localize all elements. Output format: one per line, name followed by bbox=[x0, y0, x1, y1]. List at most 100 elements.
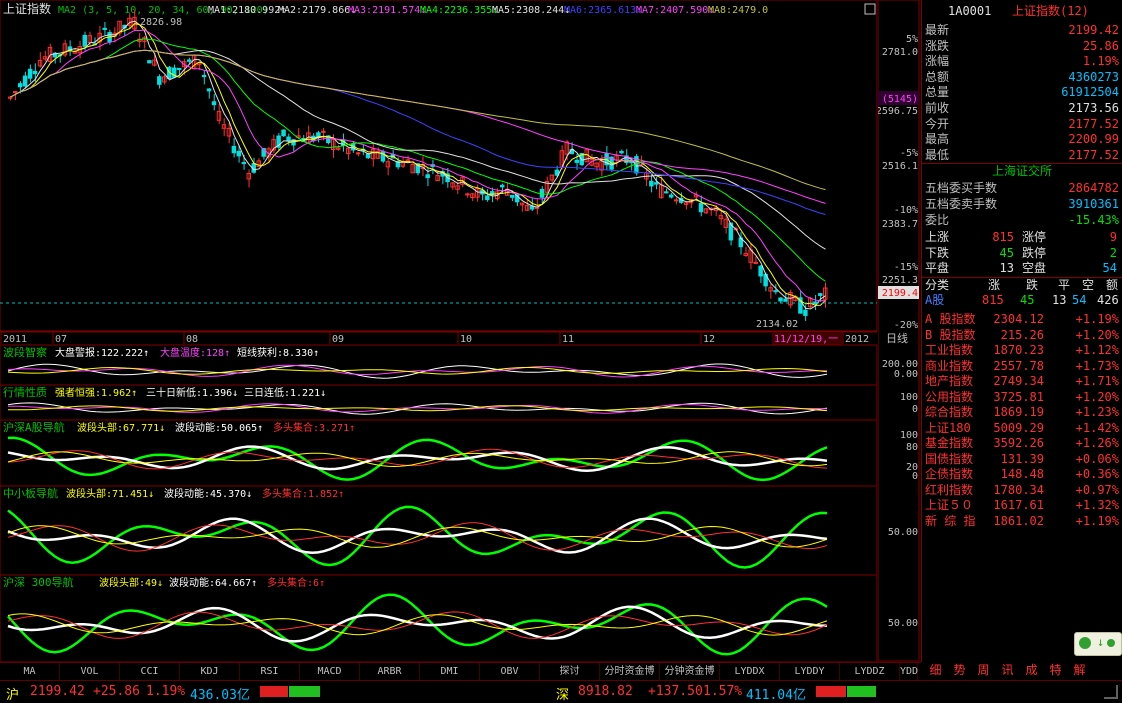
expand-icon[interactable] bbox=[864, 3, 876, 15]
index-row[interactable]: 上证５０ 1617.61 +1.32% bbox=[922, 498, 1122, 513]
index-row[interactable]: 公用指数 3725.81 +1.20% bbox=[922, 390, 1122, 405]
panel-tab[interactable]: 势 bbox=[948, 662, 971, 679]
date-marker: 11/12/19,一 bbox=[774, 334, 838, 345]
panel-tab[interactable]: 成 bbox=[1020, 662, 1043, 679]
sub-axis-label: 0.00 bbox=[894, 369, 918, 380]
current-price-tag: 2199.4 bbox=[882, 288, 918, 299]
tab-9[interactable]: 探讨 bbox=[540, 663, 600, 680]
index-change: +1.20% bbox=[1075, 389, 1119, 404]
index-row[interactable]: 基金指数 3592.26 +1.26% bbox=[922, 436, 1122, 451]
quote-row: 涨幅 1.19% bbox=[922, 54, 1122, 69]
sub-panel-indicator: 短线获利:8.330↑ bbox=[237, 346, 319, 359]
candle-body bbox=[500, 184, 505, 188]
ma-legend-item: MA1:2180.992↑ bbox=[208, 5, 286, 16]
index-row[interactable]: A 股指数 2304.12 +1.19% bbox=[922, 312, 1122, 327]
tab-0[interactable]: MA bbox=[0, 663, 60, 680]
tab-8[interactable]: OBV bbox=[480, 663, 540, 680]
panel-tab[interactable]: 解 bbox=[1068, 662, 1091, 679]
index-row[interactable]: 企债指数 148.48 +0.36% bbox=[922, 467, 1122, 482]
quote-panel: 1A0001 上证指数(12) 最新 2199.42 涨跌 25.86 涨幅 1.19% 总… bbox=[921, 0, 1122, 662]
category-value: 815 bbox=[982, 293, 1004, 307]
tab-3[interactable]: KDJ bbox=[180, 663, 240, 680]
category-row[interactable]: A股 815 45 13 54 426 bbox=[922, 293, 1122, 308]
quote-label: 涨跌 bbox=[925, 38, 950, 53]
quote-value: 2173.56 bbox=[1068, 101, 1119, 115]
tab-4[interactable]: RSI bbox=[240, 663, 300, 680]
category-header-cell: 跌 bbox=[1026, 278, 1039, 292]
panel-tab[interactable]: 细 bbox=[924, 662, 947, 679]
tab-14[interactable]: LYDDZ bbox=[840, 663, 900, 680]
month-label: 12 bbox=[703, 334, 715, 345]
index-row[interactable]: 综合指数 1869.19 +1.23% bbox=[922, 405, 1122, 420]
order-row: 五档委卖手数 3910361 bbox=[922, 197, 1122, 212]
index-row[interactable]: 国债指数 131.39 +0.06% bbox=[922, 452, 1122, 467]
quote-label: 涨幅 bbox=[925, 54, 950, 69]
breadth-cell: 平盘 bbox=[925, 261, 950, 275]
panel-tab[interactable]: 特 bbox=[1044, 662, 1067, 679]
index-name: 商业指数 bbox=[925, 358, 974, 373]
index-name: 红利指数 bbox=[925, 482, 974, 497]
index-row[interactable]: 地产指数 2749.34 +1.71% bbox=[922, 374, 1122, 389]
panel-tab[interactable]: 周 bbox=[972, 662, 995, 679]
sub-axis-label: 50.00 bbox=[888, 527, 918, 538]
panel-tab[interactable]: 讯 bbox=[996, 662, 1019, 679]
candle-body bbox=[803, 309, 808, 316]
index-row[interactable]: 商业指数 2557.78 +1.73% bbox=[922, 359, 1122, 374]
quote-value: 1.19% bbox=[1082, 54, 1119, 69]
month-label: 2011 bbox=[3, 334, 27, 345]
tab-12[interactable]: LYDDX bbox=[720, 663, 780, 680]
breadth-cell: 54 bbox=[1102, 261, 1117, 275]
breadth-row: 平盘 13 空盘 54 bbox=[922, 261, 1122, 276]
candle-body bbox=[574, 159, 580, 163]
tab-10[interactable]: 分时资金博 bbox=[600, 663, 660, 680]
candle-body bbox=[22, 75, 28, 87]
candle-body bbox=[206, 88, 212, 92]
index-price: 1780.34 bbox=[993, 482, 1044, 497]
index-name: 上证５０ bbox=[925, 498, 974, 512]
index-row[interactable]: 红利指数 1780.34 +0.97% bbox=[922, 483, 1122, 498]
candle-body bbox=[668, 194, 674, 198]
kline-chart-area[interactable]: 上证指数 MA2 (3, 5, 10, 20, 34, 60, 90, 120)M… bbox=[0, 0, 878, 662]
index-row[interactable]: 上证180 5009.29 +1.42% bbox=[922, 421, 1122, 436]
quote-name: 上证指数(12) bbox=[1012, 4, 1089, 18]
index-price: 2557.78 bbox=[993, 358, 1044, 373]
candle-body bbox=[664, 191, 669, 194]
tab-5[interactable]: MACD bbox=[300, 663, 360, 680]
tab-13[interactable]: LYDDY bbox=[780, 663, 840, 680]
tab-6[interactable]: ARBR bbox=[360, 663, 420, 680]
tab-1[interactable]: VOL bbox=[60, 663, 120, 680]
index-row[interactable]: 工业指数 1870.23 +1.12% bbox=[922, 343, 1122, 358]
quote-label: 最新 bbox=[925, 23, 950, 37]
candle-body bbox=[27, 68, 33, 79]
pct-axis-label: -20% bbox=[894, 320, 918, 331]
status-bar: 沪 2199.42 +25.86 1.19% 436.03亿 深 8918.82… bbox=[0, 680, 1122, 703]
index-price: 1861.02 bbox=[993, 513, 1044, 528]
index-change: +1.32% bbox=[1075, 498, 1119, 512]
index-row[interactable]: B 股指数 215.26 +1.20% bbox=[922, 328, 1122, 343]
ma-legend-item: MA5:2308.244↓ bbox=[492, 5, 570, 16]
sub-panel-indicator: 波段头部:67.771↓ bbox=[77, 421, 165, 434]
index-change: +1.20% bbox=[1075, 327, 1119, 342]
sh-breadth-bar bbox=[260, 686, 320, 697]
index-price: 5009.29 bbox=[993, 420, 1044, 435]
ma-line-60 bbox=[10, 49, 826, 215]
tab-11[interactable]: 分钟资金博 bbox=[660, 663, 720, 680]
quote-label: 前收 bbox=[925, 101, 950, 115]
category-header-cell: 平 bbox=[1058, 278, 1071, 292]
breadth-cell: 空盘 bbox=[1022, 261, 1047, 275]
sub-panel-title: 沪深 300导航 bbox=[3, 575, 74, 589]
pct-axis-label: -10% bbox=[894, 205, 918, 216]
resize-grip-icon[interactable] bbox=[1104, 685, 1118, 699]
index-row[interactable]: 新 综 指 1861.02 +1.19% bbox=[922, 514, 1122, 529]
index-price: 2304.12 bbox=[993, 312, 1044, 326]
index-price: 148.48 bbox=[1000, 467, 1044, 481]
tab-15[interactable]: YDD bbox=[900, 663, 918, 680]
tab-2[interactable]: CCI bbox=[120, 663, 180, 680]
quote-value: 25.86 bbox=[1082, 38, 1119, 53]
sub-panel-indicator: 大盘警报:122.222↑ bbox=[55, 346, 149, 359]
category-value: 426 bbox=[1097, 293, 1119, 307]
sub-panel-indicator: 多头集合:6↑ bbox=[267, 576, 325, 589]
green-action-button[interactable]: ↓ bbox=[1074, 632, 1122, 656]
ma-line-20 bbox=[10, 38, 826, 282]
tab-7[interactable]: DMI bbox=[420, 663, 480, 680]
